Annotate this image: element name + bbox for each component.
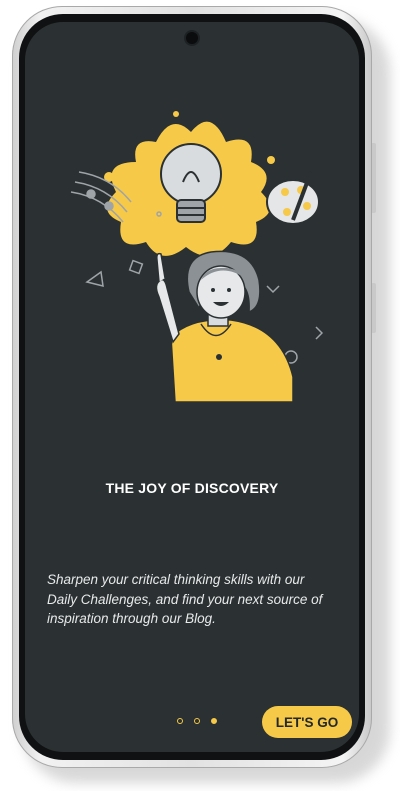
lets-go-button[interactable]: LET'S GO bbox=[262, 706, 352, 738]
front-camera bbox=[186, 32, 198, 44]
page-indicator bbox=[177, 718, 217, 724]
page-dot[interactable] bbox=[177, 718, 183, 724]
discovery-illustration bbox=[70, 111, 323, 402]
phone-frame: THE JOY OF DISCOVERY Sharpen your critic… bbox=[12, 6, 372, 768]
paint-palette-icon bbox=[266, 171, 320, 225]
onboarding-description: Sharpen your critical thinking skills wi… bbox=[47, 572, 323, 626]
pointing-woman-figure bbox=[155, 250, 294, 402]
app-screen: THE JOY OF DISCOVERY Sharpen your critic… bbox=[25, 22, 359, 752]
phone-bezel: THE JOY OF DISCOVERY Sharpen your critic… bbox=[19, 14, 365, 760]
page-dot[interactable] bbox=[194, 718, 200, 724]
onboarding-title: THE JOY OF DISCOVERY bbox=[105, 480, 279, 496]
page-dot-active[interactable] bbox=[211, 718, 217, 724]
